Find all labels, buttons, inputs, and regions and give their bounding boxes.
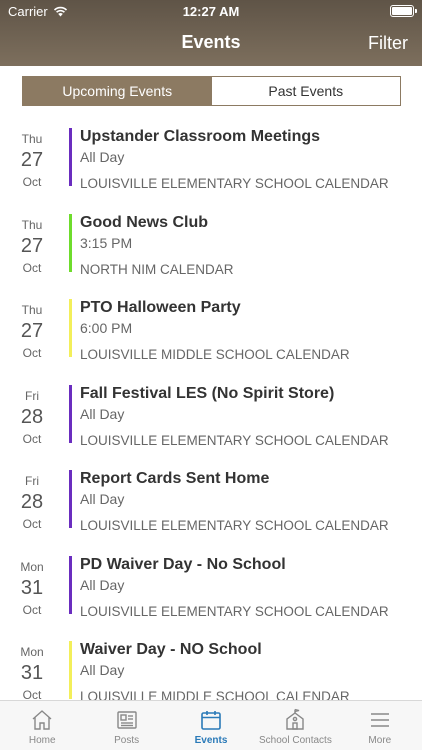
calendar-color-bar — [69, 555, 72, 614]
bottom-tab-bar: Home Posts Events School Contacts More — [0, 700, 422, 750]
event-calendar: LOUISVILLE ELEMENTARY SCHOOL CALENDAR — [80, 176, 389, 191]
tab-past-events[interactable]: Past Events — [211, 77, 400, 105]
event-item[interactable]: Fri 28 Oct Fall Festival LES (No Spirit … — [0, 379, 422, 465]
event-date: Mon 31 Oct — [12, 560, 52, 617]
calendar-color-bar — [69, 641, 72, 699]
newspaper-icon — [116, 711, 137, 729]
event-day: 28 — [20, 405, 44, 428]
event-time: All Day — [80, 662, 125, 678]
tab-school-contacts[interactable]: School Contacts — [253, 701, 337, 750]
event-item[interactable]: Thu 27 Oct Upstander Classroom Meetings … — [0, 122, 422, 208]
event-time: All Day — [80, 491, 125, 507]
event-list: Thu 27 Oct Upstander Classroom Meetings … — [0, 122, 422, 721]
calendar-color-bar — [69, 128, 72, 186]
tab-more[interactable]: More — [338, 701, 422, 750]
event-weekday: Thu — [21, 132, 43, 146]
event-day: 31 — [20, 576, 44, 599]
tab-posts[interactable]: Posts — [84, 701, 168, 750]
calendar-color-bar — [69, 299, 72, 357]
event-weekday: Fri — [25, 388, 39, 403]
event-time: All Day — [80, 149, 125, 165]
page-title: Events — [181, 32, 241, 52]
event-calendar: LOUISVILLE ELEMENTARY SCHOOL CALENDAR — [80, 603, 389, 619]
event-day: 27 — [20, 320, 44, 342]
event-item[interactable]: Mon 31 Oct PD Waiver Day - No School All… — [0, 550, 422, 636]
event-calendar: LOUISVILLE ELEMENTARY SCHOOL CALENDAR — [80, 518, 389, 533]
status-bar: Carrier 12:27 AM — [0, 0, 422, 22]
event-weekday: Thu — [21, 303, 43, 317]
event-title: Fall Festival LES (No Spirit Store) — [80, 384, 335, 402]
filter-button[interactable]: Filter — [368, 33, 408, 54]
event-time: All Day — [80, 405, 125, 422]
event-date: Thu 27 Oct — [12, 303, 52, 360]
event-calendar: LOUISVILLE MIDDLE SCHOOL CALENDAR — [80, 347, 350, 362]
calendar-icon — [201, 711, 221, 730]
event-weekday: Mon — [20, 645, 44, 659]
event-day: 27 — [20, 149, 44, 171]
event-month: Oct — [22, 431, 42, 446]
tab-school-contacts-label: School Contacts — [259, 735, 332, 746]
calendar-color-bar — [69, 470, 72, 528]
event-title: Good News Club — [80, 213, 208, 231]
tab-home[interactable]: Home — [0, 701, 84, 750]
event-item[interactable]: Fri 28 Oct Report Cards Sent Home All Da… — [0, 464, 422, 550]
event-weekday: Thu — [21, 217, 43, 232]
calendar-color-bar — [69, 384, 72, 443]
event-item[interactable]: Thu 27 Oct Good News Club 3:15 PM NORTH … — [0, 208, 422, 294]
battery-icon — [390, 5, 417, 17]
event-calendar: NORTH NIM CALENDAR — [80, 261, 234, 277]
status-time: 12:27 AM — [182, 4, 240, 19]
event-day: 31 — [20, 662, 44, 684]
nav-header: Carrier 12:27 AM Events Filter — [0, 0, 422, 66]
event-month: Oct — [22, 517, 42, 531]
school-icon — [286, 708, 305, 730]
tab-home-label: Home — [28, 735, 56, 746]
event-date: Thu 27 Oct — [12, 218, 52, 275]
event-title: Report Cards Sent Home — [80, 470, 270, 487]
event-time: 3:15 PM — [80, 234, 133, 251]
event-month: Oct — [22, 260, 42, 275]
event-date: Fri 28 Oct — [12, 474, 52, 531]
event-date: Fri 28 Oct — [12, 389, 52, 446]
event-weekday: Mon — [20, 559, 44, 574]
event-title: Upstander Classroom Meetings — [80, 128, 321, 145]
event-item[interactable]: Thu 27 Oct PTO Halloween Party 6:00 PM L… — [0, 293, 422, 379]
calendar-color-bar — [69, 213, 72, 272]
event-date: Mon 31 Oct — [12, 645, 52, 702]
event-month: Oct — [22, 175, 42, 189]
event-time: 6:00 PM — [80, 320, 133, 336]
event-title: PTO Halloween Party — [80, 299, 241, 316]
event-time: All Day — [80, 576, 125, 593]
event-day: 28 — [20, 491, 44, 513]
menu-icon — [370, 713, 389, 727]
event-month: Oct — [22, 346, 42, 360]
event-weekday: Fri — [25, 474, 39, 488]
event-month: Oct — [22, 602, 42, 617]
event-title: Waiver Day - NO School — [80, 641, 262, 658]
event-day: 27 — [20, 234, 44, 257]
home-icon — [32, 710, 52, 730]
event-date: Thu 27 Oct — [12, 132, 52, 189]
tab-events[interactable]: Events — [169, 701, 253, 750]
event-title: PD Waiver Day - No School — [80, 555, 286, 573]
event-calendar: LOUISVILLE ELEMENTARY SCHOOL CALENDAR — [80, 432, 389, 448]
events-segmented-control: Upcoming Events Past Events — [22, 76, 401, 106]
tab-events-label: Events — [194, 735, 228, 746]
tab-more-label: More — [368, 735, 392, 746]
tab-posts-label: Posts — [114, 735, 140, 746]
tab-upcoming-events[interactable]: Upcoming Events — [23, 77, 212, 105]
